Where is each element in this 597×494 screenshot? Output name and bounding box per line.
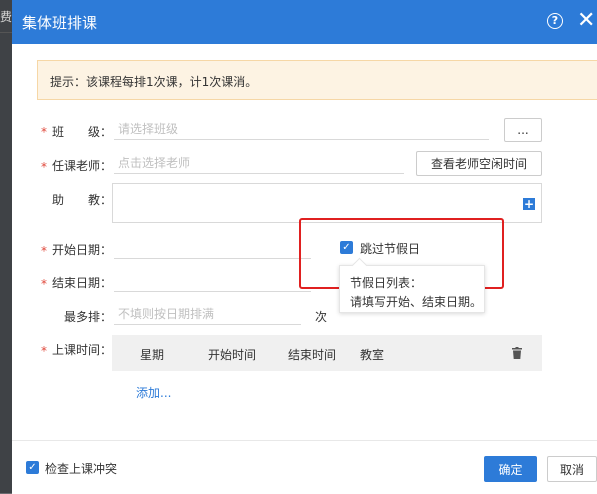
background-page: 费 [0,0,12,493]
class-time-label: 上课时间： [52,343,113,357]
max-sessions-input[interactable] [114,303,301,325]
required-mark: * [41,344,47,358]
schedule-table-header: 星期 开始时间 结束时间 教室 [112,335,542,371]
start-date-input[interactable] [114,237,311,259]
teacher-label: 任课老师： [52,159,113,173]
max-sessions-suffix: 次 [315,310,328,324]
add-assistant-icon[interactable]: + [523,198,535,210]
end-date-label: 结束日期： [52,276,113,290]
cancel-button[interactable]: 取消 [547,456,597,482]
holiday-list-tooltip: 节假日列表： 请填写开始、结束日期。 [339,257,485,313]
assistant-label: 助 教： [52,193,113,207]
end-date-input[interactable] [114,270,311,292]
tooltip-title: 节假日列表： [350,276,423,290]
start-date-label: 开始日期： [52,243,113,257]
schedule-table: 星期 开始时间 结束时间 教室 [112,335,542,371]
class-label: 班 级： [52,125,113,139]
background-text: 费 [0,10,12,24]
schedule-dialog: 集体班排课 ? ✕ 提示：该课程每排1次课，计1次课消。 * 班 级： ... … [12,0,597,494]
column-header-classroom: 教室 [360,348,385,362]
tip-banner: 提示：该课程每排1次课，计1次课消。 [37,60,597,100]
teacher-input[interactable] [114,152,404,174]
tip-text: 提示：该课程每排1次课，计1次课消。 [50,75,258,89]
column-header-start-time: 开始时间 [208,348,257,362]
close-icon[interactable]: ✕ [577,9,595,33]
check-conflict-label: 检查上课冲突 [45,462,118,476]
column-header-end-time: 结束时间 [288,348,337,362]
background-divider [0,32,12,33]
class-input[interactable] [114,118,489,140]
max-sessions-label: 最多排： [64,310,113,324]
dialog-footer: ✓ 检查上课冲突 确定 取消 [12,440,597,494]
teacher-free-time-button[interactable]: 查看老师空闲时间 [416,151,542,176]
dialog-titlebar: 集体班排课 ? ✕ [12,0,597,44]
help-icon[interactable]: ? [547,13,563,29]
tooltip-body: 请填写开始、结束日期。 [350,295,483,309]
add-schedule-link[interactable]: 添加... [136,384,171,401]
required-mark: * [41,160,47,174]
class-picker-button[interactable]: ... [504,118,542,142]
column-header-weekday: 星期 [140,348,165,362]
dialog-title: 集体班排课 [22,14,98,32]
required-mark: * [41,277,47,291]
required-mark: * [41,244,47,258]
check-conflict-checkbox[interactable]: ✓ [26,461,39,474]
required-mark: * [41,125,47,139]
ok-button[interactable]: 确定 [484,456,537,482]
trash-icon[interactable] [512,347,522,359]
assistant-field[interactable]: + [112,183,542,223]
